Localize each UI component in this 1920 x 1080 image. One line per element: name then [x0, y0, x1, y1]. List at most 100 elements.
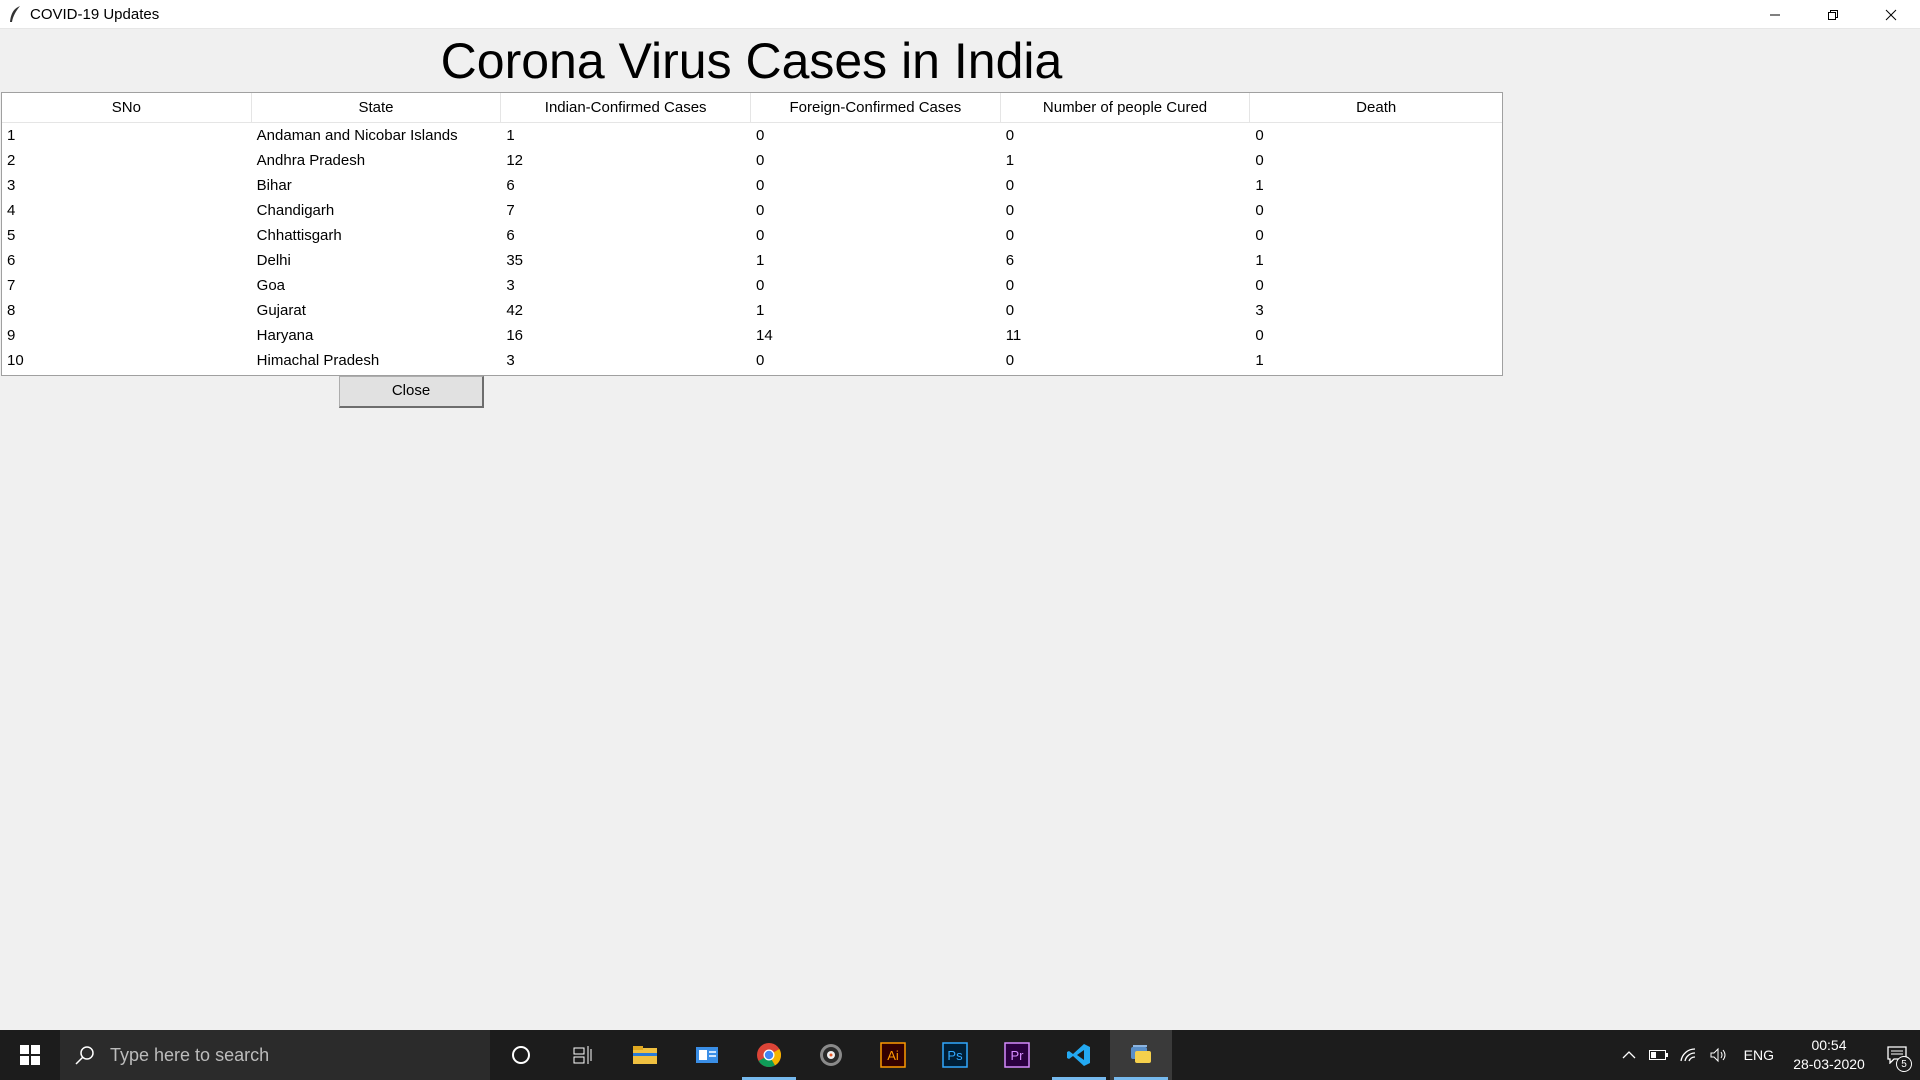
cell-sno: 2 [7, 152, 16, 169]
cell-death: 0 [1255, 277, 1264, 294]
cortana-button[interactable] [490, 1030, 552, 1080]
table-body: 1 Andaman and Nicobar Islands 1 0 0 0 2 Andhra … [2, 123, 1502, 373]
search-icon [75, 1046, 94, 1065]
file-explorer-icon [633, 1046, 657, 1064]
taskbar: Type here to search Ai Ps Pr ENG 00:54 2… [0, 1030, 1920, 1080]
cell-foreign-confirmed: 0 [756, 227, 765, 244]
table-row[interactable]: 1 Andaman and Nicobar Islands 1 0 0 0 [2, 123, 1502, 148]
cell-indian-confirmed: 1 [506, 127, 515, 144]
table-row[interactable]: 4 Chandigarh 7 0 0 0 [2, 198, 1502, 223]
feather-icon [6, 5, 24, 23]
cell-foreign-confirmed: 0 [756, 277, 765, 294]
cell-indian-confirmed: 12 [506, 152, 524, 169]
cases-table[interactable]: SNo State Indian-Confirmed Cases Foreign… [1, 92, 1503, 376]
battery-button[interactable] [1644, 1030, 1674, 1080]
cell-cured: 0 [1005, 202, 1015, 219]
cell-indian-confirmed: 16 [506, 327, 524, 344]
table-header: SNo State Indian-Confirmed Cases Foreign… [2, 93, 1502, 123]
table-row[interactable]: 3 Bihar 6 0 0 1 [2, 173, 1502, 198]
python-button[interactable] [1110, 1030, 1172, 1080]
photoshop-button[interactable]: Ps [924, 1030, 986, 1080]
vscode-button[interactable] [1048, 1030, 1110, 1080]
cell-sno: 7 [7, 277, 16, 294]
minimize-icon [1770, 14, 1780, 15]
cell-death: 0 [1255, 127, 1264, 144]
column-header-indian-confirmed[interactable]: Indian-Confirmed Cases [501, 93, 752, 123]
outlook-button[interactable] [676, 1030, 738, 1080]
cell-sno: 9 [7, 327, 16, 344]
column-header-state[interactable]: State [252, 93, 502, 123]
system-tray: ENG 00:54 28-03-2020 5 [1614, 1030, 1920, 1080]
cell-state: Bihar [256, 177, 292, 194]
cell-state: Chandigarh [256, 202, 335, 219]
cell-death: 1 [1255, 177, 1264, 194]
column-header-death[interactable]: Death [1250, 93, 1502, 123]
cell-death: 1 [1255, 352, 1264, 369]
battery-icon [1648, 1050, 1668, 1060]
table-row[interactable]: 8 Gujarat 42 1 0 3 [2, 298, 1502, 323]
window-title-bar[interactable]: COVID-19 Updates [0, 0, 1920, 29]
cell-sno: 1 [7, 127, 16, 144]
cell-state: Haryana [256, 327, 314, 344]
task-view-button[interactable] [552, 1030, 614, 1080]
chevron-up-icon [1622, 1051, 1636, 1059]
start-button[interactable] [0, 1030, 60, 1080]
illustrator-button[interactable]: Ai [862, 1030, 924, 1080]
restore-icon [1828, 9, 1838, 20]
cell-state: Gujarat [256, 302, 306, 319]
cell-state: Goa [256, 277, 286, 294]
cortana-icon [512, 1046, 530, 1064]
cell-death: 3 [1255, 302, 1264, 319]
svg-text:Ps: Ps [947, 1048, 963, 1063]
taskbar-search[interactable]: Type here to search [60, 1030, 490, 1080]
page-title: Corona Virus Cases in India [440, 33, 1063, 89]
column-header-sno[interactable]: SNo [2, 93, 252, 123]
cell-indian-confirmed: 7 [506, 202, 515, 219]
file-explorer-button[interactable] [614, 1030, 676, 1080]
cell-indian-confirmed: 6 [506, 227, 515, 244]
show-hidden-icons-button[interactable] [1614, 1030, 1644, 1080]
chrome-button[interactable] [738, 1030, 800, 1080]
cell-cured: 0 [1005, 227, 1015, 244]
table-row[interactable]: 2 Andhra Pradesh 12 0 1 0 [2, 148, 1502, 173]
cell-foreign-confirmed: 1 [756, 252, 765, 269]
app-content: Corona Virus Cases in India SNo State In… [0, 29, 1920, 1030]
premiere-button[interactable]: Pr [986, 1030, 1048, 1080]
cell-sno: 8 [7, 302, 16, 319]
network-button[interactable] [1674, 1030, 1704, 1080]
notification-badge: 5 [1896, 1056, 1912, 1072]
cell-state: Andaman and Nicobar Islands [256, 127, 458, 144]
python-icon [1131, 1045, 1151, 1063]
close-button[interactable]: Close [339, 376, 484, 408]
cell-death: 0 [1255, 327, 1264, 344]
clock-date: 28-03-2020 [1793, 1056, 1865, 1072]
close-window-button[interactable] [1862, 0, 1920, 29]
volume-button[interactable] [1704, 1030, 1734, 1080]
restore-button[interactable] [1804, 0, 1862, 29]
table-row[interactable]: 9 Haryana 16 14 11 0 [2, 323, 1502, 348]
clock[interactable]: 00:54 28-03-2020 [1784, 1036, 1874, 1074]
table-row[interactable]: 7 Goa 3 0 0 0 [2, 273, 1502, 298]
column-header-foreign-confirmed[interactable]: Foreign-Confirmed Cases [751, 93, 1001, 123]
cell-sno: 3 [7, 177, 16, 194]
table-row[interactable]: 10 Himachal Pradesh 3 0 0 1 [2, 348, 1502, 373]
cell-cured: 6 [1005, 252, 1015, 269]
outlook-icon [696, 1047, 718, 1063]
table-row[interactable]: 6 Delhi 35 1 6 1 [2, 248, 1502, 273]
media-player-button[interactable] [800, 1030, 862, 1080]
cell-cured: 1 [1005, 152, 1015, 169]
speaker-icon [1710, 1047, 1726, 1063]
cell-foreign-confirmed: 14 [756, 327, 773, 344]
premiere-icon: Pr [1004, 1042, 1030, 1068]
cell-indian-confirmed: 6 [506, 177, 515, 194]
minimize-button[interactable] [1746, 0, 1804, 29]
vscode-icon [1067, 1044, 1090, 1066]
cell-state: Himachal Pradesh [256, 352, 380, 369]
language-indicator[interactable]: ENG [1734, 1047, 1784, 1063]
cell-foreign-confirmed: 0 [756, 202, 765, 219]
table-row[interactable]: 5 Chhattisgarh 6 0 0 0 [2, 223, 1502, 248]
cell-cured: 0 [1005, 277, 1015, 294]
cell-cured: 0 [1005, 302, 1015, 319]
action-center-button[interactable]: 5 [1874, 1030, 1920, 1080]
column-header-cured[interactable]: Number of people Cured [1001, 93, 1251, 123]
